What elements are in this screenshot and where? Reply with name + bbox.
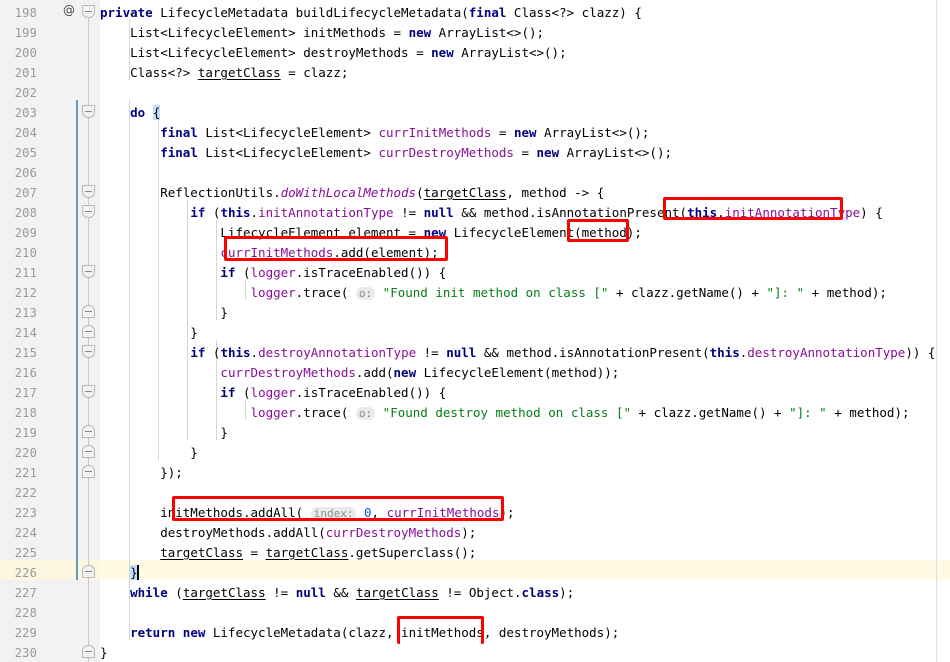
code-line[interactable]: Class<?> targetClass = clazz; bbox=[100, 63, 348, 83]
vcs-change-marker[interactable] bbox=[76, 100, 78, 580]
line-number: 230 bbox=[14, 646, 37, 660]
line-number: 217 bbox=[14, 386, 37, 400]
line-number: 212 bbox=[14, 286, 37, 300]
fold-marker-icon[interactable] bbox=[82, 645, 95, 658]
line-number: 199 bbox=[14, 26, 37, 40]
inlay-hint: o: bbox=[355, 287, 376, 300]
line-number: 210 bbox=[14, 246, 37, 260]
code-line[interactable]: final List<LifecycleElement> currDestroy… bbox=[100, 143, 672, 163]
fold-marker-icon[interactable] bbox=[82, 565, 95, 578]
code-line[interactable]: initMethods.addAll( index: 0, currInitMe… bbox=[100, 503, 515, 523]
code-line[interactable]: return new LifecycleMetadata(clazz, init… bbox=[100, 623, 619, 643]
fold-marker-icon[interactable] bbox=[82, 205, 95, 218]
fold-marker-icon[interactable] bbox=[82, 305, 95, 318]
line-number: 202 bbox=[14, 86, 37, 100]
code-line[interactable]: } bbox=[100, 423, 228, 443]
code-line[interactable]: } bbox=[100, 643, 108, 662]
fold-marker-icon[interactable] bbox=[82, 385, 95, 398]
fold-marker-icon[interactable] bbox=[82, 465, 95, 478]
line-number: 203 bbox=[14, 106, 37, 120]
line-number: 224 bbox=[14, 526, 37, 540]
code-line[interactable]: LifecycleElement element = new Lifecycle… bbox=[100, 223, 641, 243]
java-annotation-gutter-icon[interactable]: @ bbox=[62, 3, 76, 17]
code-line[interactable]: logger.trace( o: "Found destroy method o… bbox=[100, 403, 910, 423]
line-number: 229 bbox=[14, 626, 37, 640]
fold-marker-icon[interactable] bbox=[82, 265, 95, 278]
line-number: 220 bbox=[14, 446, 37, 460]
right-margin-guide bbox=[936, 0, 937, 662]
inlay-hint: index: bbox=[310, 507, 357, 520]
line-number: 216 bbox=[14, 366, 37, 380]
line-number: 226 bbox=[14, 566, 37, 580]
line-number: 206 bbox=[14, 166, 37, 180]
code-line[interactable]: } bbox=[100, 323, 198, 343]
line-number: 225 bbox=[14, 546, 37, 560]
line-number: 214 bbox=[14, 326, 37, 340]
code-line[interactable]: targetClass = targetClass.getSuperclass(… bbox=[100, 543, 476, 563]
code-line[interactable]: List<LifecycleElement> initMethods = new… bbox=[100, 23, 544, 43]
code-line[interactable]: if (this.destroyAnnotationType != null &… bbox=[100, 343, 935, 363]
code-line[interactable]: while (targetClass != null && targetClas… bbox=[100, 583, 574, 603]
fold-marker-icon[interactable] bbox=[82, 425, 95, 438]
code-editor[interactable]: 198 199 200 201 202 203 204 205 206 207 208 209 210 2… bbox=[0, 0, 950, 662]
code-line[interactable]: if (logger.isTraceEnabled()) { bbox=[100, 383, 446, 403]
line-number: 223 bbox=[14, 506, 37, 520]
fold-marker-icon[interactable] bbox=[82, 445, 95, 458]
line-number: 209 bbox=[14, 226, 37, 240]
line-number: 219 bbox=[14, 426, 37, 440]
line-number: 201 bbox=[14, 66, 37, 80]
line-number: 227 bbox=[14, 586, 37, 600]
code-line[interactable]: ReflectionUtils.doWithLocalMethods(targe… bbox=[100, 183, 604, 203]
fold-marker-icon[interactable] bbox=[82, 185, 95, 198]
line-number: 200 bbox=[14, 46, 37, 60]
line-number: 204 bbox=[14, 126, 37, 140]
line-number: 213 bbox=[14, 306, 37, 320]
editor-gutter[interactable]: 198 199 200 201 202 203 204 205 206 207 208 209 210 2… bbox=[0, 0, 100, 662]
code-line[interactable]: private LifecycleMetadata buildLifecycle… bbox=[100, 3, 642, 23]
code-line[interactable]: } bbox=[100, 443, 198, 463]
line-number: 222 bbox=[14, 486, 37, 500]
fold-marker-icon[interactable] bbox=[82, 5, 95, 18]
fold-marker-icon[interactable] bbox=[82, 325, 95, 338]
code-line[interactable]: currDestroyMethods.add(new LifecycleElem… bbox=[100, 363, 619, 383]
line-number: 205 bbox=[14, 146, 37, 160]
line-number: 215 bbox=[14, 346, 37, 360]
code-line[interactable]: currInitMethods.add(element); bbox=[100, 243, 438, 263]
line-number: 221 bbox=[14, 466, 37, 480]
line-number: 211 bbox=[14, 266, 37, 280]
line-number: 218 bbox=[14, 406, 37, 420]
code-line[interactable]: } bbox=[100, 303, 228, 323]
code-line[interactable]: final List<LifecycleElement> currInitMet… bbox=[100, 123, 649, 143]
inlay-hint: o: bbox=[355, 407, 376, 420]
fold-marker-icon[interactable] bbox=[82, 105, 95, 118]
current-line-highlight bbox=[100, 560, 950, 580]
line-number: 207 bbox=[14, 186, 37, 200]
line-number: 208 bbox=[14, 206, 37, 220]
code-line[interactable]: logger.trace( o: "Found init method on c… bbox=[100, 283, 887, 303]
code-line[interactable]: do { bbox=[100, 103, 161, 123]
code-line[interactable]: } bbox=[100, 563, 139, 583]
line-number: 228 bbox=[14, 606, 37, 620]
code-line[interactable]: }); bbox=[100, 463, 183, 483]
code-line[interactable]: List<LifecycleElement> destroyMethods = … bbox=[100, 43, 567, 63]
line-number: 198 bbox=[14, 6, 37, 20]
text-caret bbox=[136, 565, 139, 580]
matching-brace-highlight: { bbox=[152, 105, 161, 120]
code-line[interactable]: destroyMethods.addAll(currDestroyMethods… bbox=[100, 523, 476, 543]
code-line[interactable]: if (this.initAnnotationType != null && m… bbox=[100, 203, 882, 223]
editor-text-area[interactable]: private LifecycleMetadata buildLifecycle… bbox=[100, 0, 950, 662]
code-line[interactable]: if (logger.isTraceEnabled()) { bbox=[100, 263, 446, 283]
fold-marker-icon[interactable] bbox=[82, 345, 95, 358]
